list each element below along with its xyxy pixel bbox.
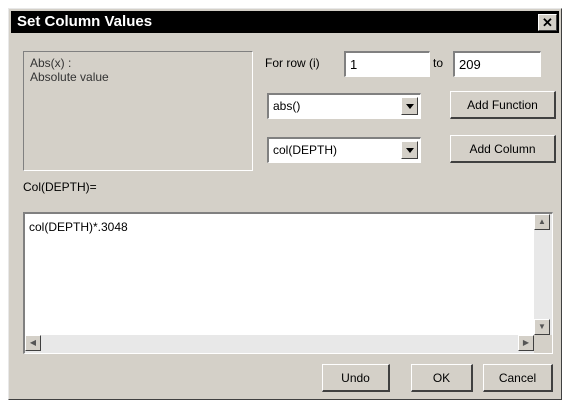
undo-button[interactable]: Undo — [322, 364, 390, 392]
to-row-input[interactable]: 209 — [453, 51, 541, 77]
scroll-up-icon[interactable]: ▲ — [534, 214, 550, 230]
from-row-input[interactable]: 1 — [344, 51, 430, 77]
function-dropdown-value: abs() — [273, 99, 301, 113]
column-dropdown[interactable]: col(DEPTH) — [267, 137, 421, 163]
ok-button[interactable]: OK — [411, 364, 473, 392]
expression-text[interactable]: col(DEPTH)*.3048 — [29, 220, 128, 234]
chevron-down-icon[interactable] — [401, 141, 418, 159]
function-explanation: Absolute value — [30, 70, 109, 84]
cancel-button[interactable]: Cancel — [483, 364, 553, 392]
undo-label: Undo — [341, 371, 370, 385]
cancel-label: Cancel — [498, 371, 537, 385]
close-icon[interactable]: ✕ — [538, 14, 557, 31]
for-row-label: For row (i) — [265, 56, 320, 70]
dialog-title: Set Column Values — [17, 13, 153, 30]
add-function-button[interactable]: Add Function — [450, 91, 556, 119]
title-bar: Set Column Values ✕ — [11, 11, 559, 33]
function-description: Abs(x) : Absolute value — [23, 51, 253, 171]
chevron-down-icon[interactable] — [401, 97, 418, 115]
vertical-scrollbar[interactable]: ▲ ▼ — [534, 214, 552, 335]
function-dropdown[interactable]: abs() — [267, 93, 421, 119]
add-column-label: Add Column — [469, 142, 536, 156]
horizontal-scrollbar[interactable]: ◀ ▶ — [25, 335, 534, 353]
scroll-left-icon[interactable]: ◀ — [25, 335, 41, 351]
column-dropdown-value: col(DEPTH) — [273, 143, 338, 157]
function-signature: Abs(x) : — [30, 56, 72, 70]
scroll-right-icon[interactable]: ▶ — [518, 335, 534, 351]
to-label: to — [433, 56, 444, 70]
scroll-down-icon[interactable]: ▼ — [534, 319, 550, 335]
add-function-label: Add Function — [467, 98, 538, 112]
add-column-button[interactable]: Add Column — [450, 135, 556, 163]
ok-label: OK — [432, 371, 451, 385]
target-column-label: Col(DEPTH)= — [23, 180, 97, 194]
expression-editor[interactable]: col(DEPTH)*.3048 ▲ ▼ ◀ ▶ — [23, 212, 553, 354]
set-column-values-dialog: Set Column Values ✕ Abs(x) : Absolute va… — [8, 8, 562, 400]
scrollbar-corner — [534, 335, 552, 353]
